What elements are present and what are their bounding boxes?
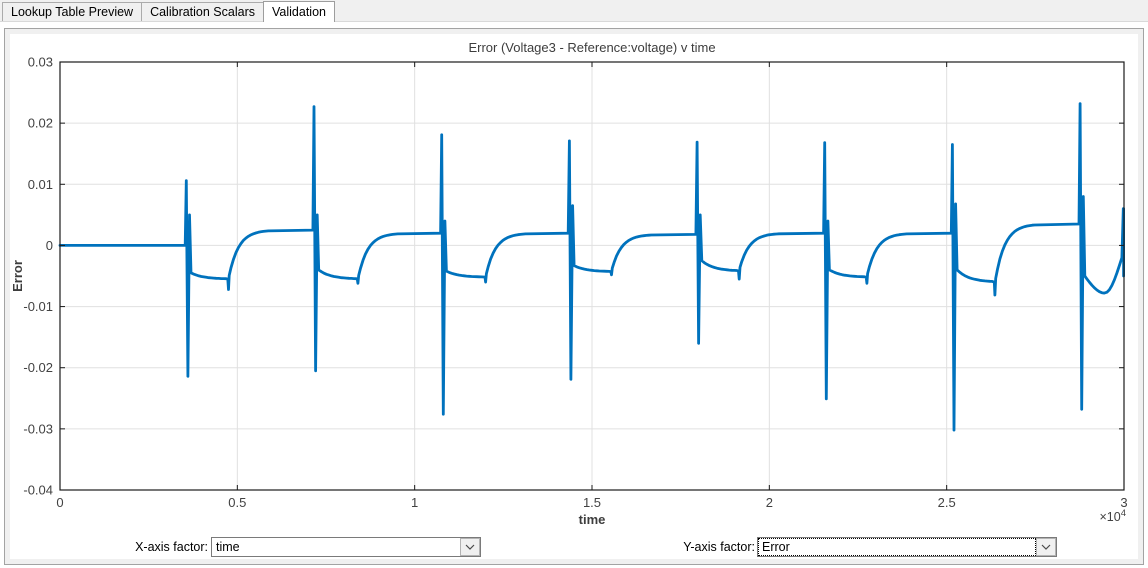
error-plot: 0 0.5 1 1.5 2 2.5 30.030.020.010-0.01-0.02-0.0… [10, 40, 1128, 527]
x-axis-factor-label: X-axis factor: [135, 540, 208, 554]
x-axis-label: time [579, 512, 606, 527]
x-tick-label: 1.5 [583, 495, 601, 510]
chevron-down-icon [1041, 544, 1051, 550]
x-axis-factor-select[interactable]: time [211, 537, 481, 557]
y-tick-label: 0 [46, 238, 53, 253]
chevron-down-icon [465, 544, 475, 550]
y-axis-factor-select[interactable]: Error [757, 537, 1057, 557]
y-tick-label: 0.01 [28, 177, 53, 192]
y-tick-label: -0.03 [23, 421, 53, 436]
tab-calibration-scalars[interactable]: Calibration Scalars [141, 2, 264, 21]
x-tick-label: 2.5 [938, 495, 956, 510]
tab-lookup-table-preview[interactable]: Lookup Table Preview [2, 2, 143, 21]
x-axis-factor-value: time [216, 540, 240, 554]
figure-area: 0 0.5 1 1.5 2 2.5 3 0.03 0.02 0.01 0 -0.01 -0.02 -0.0… [10, 34, 1138, 559]
x-tick-label: 2 [766, 495, 773, 510]
y-tick-label: -0.04 [23, 483, 53, 498]
y-axis-label: Error [10, 260, 25, 292]
tab-validation[interactable]: Validation [263, 1, 335, 22]
x-axis-multiplier: ×104 [1099, 508, 1126, 524]
y-axis-dropdown-button[interactable] [1036, 538, 1056, 556]
y-tick-label: 0.03 [28, 55, 53, 70]
y-axis-factor-label: Y-axis factor: [683, 540, 755, 554]
validation-pane: 0 0.5 1 1.5 2 2.5 3 0.03 0.02 0.01 0 -0.01 -0.02 -0.0… [0, 21, 1148, 568]
y-tick-label: -0.02 [23, 360, 53, 375]
y-tick-label: -0.01 [23, 299, 53, 314]
x-tick-label: 0.5 [228, 495, 246, 510]
content-panel: 0 0.5 1 1.5 2 2.5 3 0.03 0.02 0.01 0 -0.01 -0.02 -0.0… [4, 28, 1144, 565]
tab-bar: Lookup Table Preview Calibration Scalars… [0, 0, 1148, 22]
y-axis-factor-value: Error [758, 538, 1036, 556]
y-tick-label: 0.02 [28, 116, 53, 131]
x-axis-dropdown-button[interactable] [460, 538, 480, 556]
x-tick-label: 0 [56, 495, 63, 510]
chart-title: Error (Voltage3 - Reference:voltage) v t… [468, 40, 715, 55]
x-tick-label: 1 [411, 495, 418, 510]
